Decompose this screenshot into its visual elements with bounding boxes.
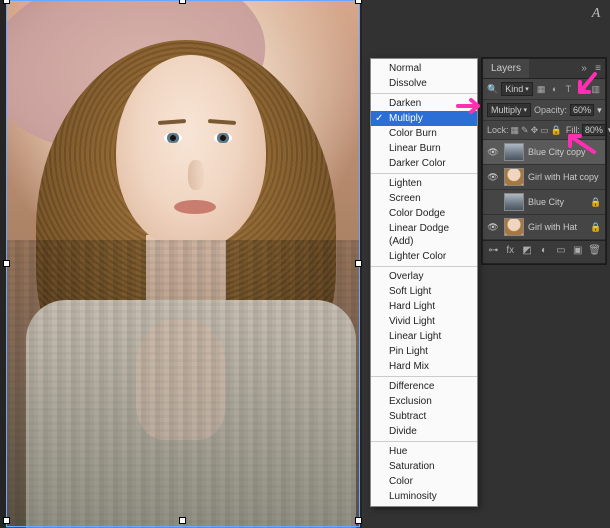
opacity-chevron-icon[interactable]: ▾ — [597, 105, 602, 116]
blend-mode-option-linear-dodge-add-[interactable]: Linear Dodge (Add) — [371, 221, 477, 249]
blend-mode-option-hard-mix[interactable]: Hard Mix — [371, 359, 477, 374]
blend-mode-menu[interactable]: NormalDissolveDarkenMultiplyColor BurnLi… — [370, 58, 478, 507]
lock-transparency-icon[interactable]: ▦ — [511, 124, 520, 136]
blend-mode-option-divide[interactable]: Divide — [371, 424, 477, 439]
blend-mode-option-dissolve[interactable]: Dissolve — [371, 76, 477, 91]
filter-pixel-icon[interactable]: ▦ — [536, 83, 547, 95]
blend-mode-option-subtract[interactable]: Subtract — [371, 409, 477, 424]
filter-type-icon[interactable]: T — [563, 83, 574, 95]
opacity-value[interactable]: 60% — [570, 104, 594, 116]
filter-adjust-icon[interactable]: ◐ — [549, 83, 560, 95]
blend-mode-option-hue[interactable]: Hue — [371, 444, 477, 459]
blend-mode-option-normal[interactable]: Normal — [371, 61, 477, 76]
layer-thumbnail[interactable] — [504, 218, 524, 236]
blend-mode-option-color-dodge[interactable]: Color Dodge — [371, 206, 477, 221]
blend-mode-option-hard-light[interactable]: Hard Light — [371, 299, 477, 314]
face-shape — [116, 55, 266, 250]
blend-mode-option-luminosity[interactable]: Luminosity — [371, 489, 477, 504]
delete-layer-icon[interactable]: 🗑 — [588, 245, 601, 259]
blend-mode-option-vivid-light[interactable]: Vivid Light — [371, 314, 477, 329]
adjustment-layer-icon[interactable]: ◐ — [538, 245, 551, 259]
blend-mode-option-linear-burn[interactable]: Linear Burn — [371, 141, 477, 156]
character-panel-icon[interactable]: A — [586, 4, 606, 24]
annotation-arrow-opacity — [575, 72, 601, 100]
lock-artboard-icon[interactable]: ▭ — [540, 124, 549, 136]
blend-mode-option-darker-color[interactable]: Darker Color — [371, 156, 477, 171]
layer-visibility-icon[interactable]: 👁 — [486, 222, 500, 233]
layer-fx-icon[interactable]: fx — [504, 245, 517, 259]
blend-mode-option-linear-light[interactable]: Linear Light — [371, 329, 477, 344]
composite-image — [6, 0, 360, 528]
search-icon[interactable]: 🔍 — [487, 83, 498, 95]
lock-all-icon[interactable]: 🔒 — [551, 124, 562, 136]
layer-name[interactable]: Girl with Hat — [528, 222, 586, 232]
blend-mode-option-overlay[interactable]: Overlay — [371, 269, 477, 284]
annotation-arrow-blend — [456, 96, 486, 116]
layer-lock-icon: 🔒 — [590, 222, 602, 233]
layer-name[interactable]: Blue City — [528, 197, 586, 207]
blend-mode-option-lighter-color[interactable]: Lighter Color — [371, 249, 477, 264]
layer-name[interactable]: Girl with Hat copy — [528, 172, 602, 182]
annotation-arrow-fill — [564, 132, 598, 156]
blend-mode-option-saturation[interactable]: Saturation — [371, 459, 477, 474]
layer-row[interactable]: Blue City 🔒 — [483, 190, 605, 215]
layer-thumbnail[interactable] — [504, 193, 524, 211]
layers-panel-footer: ⊶ fx ◩ ◐ ▭ ▣ 🗑 — [483, 240, 605, 263]
group-icon[interactable]: ▭ — [554, 245, 567, 259]
document-canvas[interactable] — [6, 0, 360, 528]
layer-visibility-icon[interactable]: 👁 — [486, 147, 500, 158]
blend-mode-option-color[interactable]: Color — [371, 474, 477, 489]
blend-mode-option-screen[interactable]: Screen — [371, 191, 477, 206]
filter-kind-dropdown[interactable]: Kind▾ — [501, 82, 533, 96]
city-overlay-layer — [6, 240, 360, 528]
blend-mode-option-exclusion[interactable]: Exclusion — [371, 394, 477, 409]
layer-row[interactable]: 👁 Girl with Hat 🔒 — [483, 215, 605, 240]
canvas-workspace — [0, 0, 362, 528]
layer-row[interactable]: 👁 Girl with Hat copy — [483, 165, 605, 190]
blend-mode-option-color-burn[interactable]: Color Burn — [371, 126, 477, 141]
layer-mask-icon[interactable]: ◩ — [521, 245, 534, 259]
blend-mode-option-soft-light[interactable]: Soft Light — [371, 284, 477, 299]
blend-opacity-row: Multiply▾ Opacity: 60% ▾ — [483, 100, 605, 121]
blend-mode-option-difference[interactable]: Difference — [371, 379, 477, 394]
layer-thumbnail[interactable] — [504, 168, 524, 186]
blend-mode-option-lighten[interactable]: Lighten — [371, 176, 477, 191]
link-layers-icon[interactable]: ⊶ — [487, 245, 500, 259]
opacity-label: Opacity: — [534, 105, 567, 115]
blend-mode-dropdown[interactable]: Multiply▾ — [487, 103, 531, 117]
layer-lock-icon: 🔒 — [590, 197, 602, 208]
lock-label: Lock: — [487, 125, 509, 135]
blend-mode-option-pin-light[interactable]: Pin Light — [371, 344, 477, 359]
new-layer-icon[interactable]: ▣ — [571, 245, 584, 259]
lock-position-icon[interactable]: ✥ — [531, 124, 539, 136]
lock-brush-icon[interactable]: ✎ — [521, 124, 529, 136]
layers-tab[interactable]: Layers — [483, 59, 529, 78]
layer-thumbnail[interactable] — [504, 143, 524, 161]
layer-visibility-icon[interactable]: 👁 — [486, 172, 500, 183]
